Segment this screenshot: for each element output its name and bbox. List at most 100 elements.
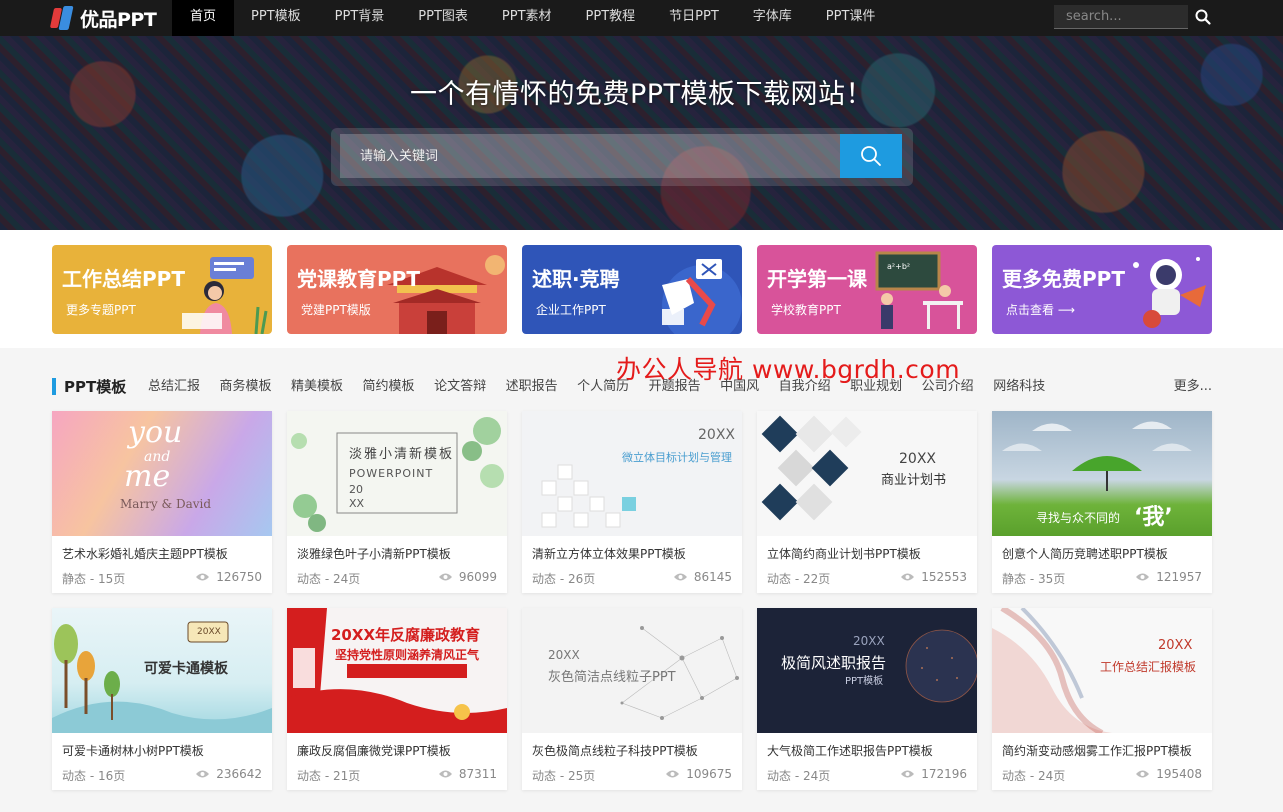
template-thumbnail[interactable]: 20XX 工作总结汇报模板 <box>992 608 1212 733</box>
view-count-value: 195408 <box>1156 767 1202 781</box>
template-card[interactable]: 淡雅小清新模板 POWERPOINT 20 XX 淡雅绿色叶子小清新PPT模板 … <box>287 411 507 593</box>
tag-self-intro[interactable]: 自我介绍 <box>779 376 831 398</box>
view-count: 87311 <box>438 767 497 781</box>
template-title[interactable]: 立体简约商业计划书PPT模板 <box>767 545 971 562</box>
tag-tech[interactable]: 网络科技 <box>993 376 1045 398</box>
banner-job-report[interactable]: 述职·竞聘 企业工作PPT <box>522 245 742 334</box>
template-title[interactable]: 大气极简工作述职报告PPT模板 <box>767 742 971 759</box>
template-title[interactable]: 淡雅绿色叶子小清新PPT模板 <box>297 545 501 562</box>
nav-item-ppt-materials[interactable]: PPT素材 <box>485 0 569 36</box>
template-card[interactable]: 20XX 商业计划书 立体简约商业计划书PPT模板 动态 - 22页 15255… <box>757 411 977 593</box>
template-thumbnail[interactable]: 20XX 极简风述职报告 PPT模板 <box>757 608 977 733</box>
thumb-text: 20 <box>349 483 363 496</box>
search-icon <box>861 146 881 166</box>
tag-business[interactable]: 商务模板 <box>220 376 272 398</box>
banner-back-to-school[interactable]: a²+b² 开学第一课 学校教育PPT <box>757 245 977 334</box>
thumb-text: 20XX <box>1158 638 1193 653</box>
section-title: PPT模板 <box>64 378 127 396</box>
template-card[interactable]: 20XX 灰色简洁点线粒子PPT 灰色极简点线粒子科技PPT模板 动态 - 25… <box>522 608 742 790</box>
search-icon[interactable] <box>1194 8 1212 26</box>
template-card[interactable]: 20XX 可爱卡通模板 可爱卡通树林小树PPT模板 动态 - 16页 23664… <box>52 608 272 790</box>
thumb-text: 寻找与众不同的 <box>1036 511 1121 525</box>
tag-chinese-style[interactable]: 中国风 <box>720 376 759 398</box>
template-card[interactable]: 20XX 工作总结汇报模板 简约渐变动感烟雾工作汇报PPT模板 动态 - 24页… <box>992 608 1212 790</box>
hero-search-button[interactable] <box>840 134 902 178</box>
template-thumbnail[interactable]: 20XX 灰色简洁点线粒子PPT <box>522 608 742 733</box>
hero-search-input[interactable] <box>340 134 840 178</box>
site-logo[interactable]: 优品PPT <box>49 4 157 32</box>
view-count-value: 172196 <box>921 767 967 781</box>
eye-icon <box>901 770 915 778</box>
banner-title: 更多免费PPT <box>1002 267 1125 291</box>
nav-item-holiday-ppt[interactable]: 节日PPT <box>652 0 736 36</box>
banner-more-free[interactable]: 更多免费PPT 点击查看 ⟶ <box>992 245 1212 334</box>
nav-item-ppt-backgrounds[interactable]: PPT背景 <box>318 0 402 36</box>
section-accent-bar <box>52 378 56 395</box>
banner-work-summary[interactable]: 工作总结PPT 更多专题PPT <box>52 245 272 334</box>
template-title[interactable]: 简约渐变动感烟雾工作汇报PPT模板 <box>1002 742 1206 759</box>
section-tag-list: 总结汇报 商务模板 精美模板 简约模板 论文答辩 述职报告 个人简历 开题报告 … <box>148 376 1065 398</box>
nav-item-courseware[interactable]: PPT课件 <box>809 0 893 36</box>
template-title[interactable]: 艺术水彩婚礼婚庆主题PPT模板 <box>62 545 266 562</box>
illustration-businessman-icon <box>662 259 742 334</box>
template-thumbnail[interactable]: 淡雅小清新模板 POWERPOINT 20 XX <box>287 411 507 536</box>
illustration-astronaut-rocket-icon <box>1133 257 1206 328</box>
top-nav-bar: 优品PPT 首页 PPT模板 PPT背景 PPT图表 PPT素材 PPT教程 节… <box>0 0 1283 36</box>
template-title[interactable]: 清新立方体立体效果PPT模板 <box>532 545 736 562</box>
template-thumbnail[interactable]: 20XX 商业计划书 <box>757 411 977 536</box>
nav-item-home[interactable]: 首页 <box>172 0 235 36</box>
template-meta: 动态 - 16页 <box>62 769 126 783</box>
thumb-text: ‘我’ <box>1134 505 1173 530</box>
template-title[interactable]: 廉政反腐倡廉微党课PPT模板 <box>297 742 501 759</box>
main-nav: 首页 PPT模板 PPT背景 PPT图表 PPT素材 PPT教程 节日PPT 字… <box>172 0 892 36</box>
template-meta: 动态 - 24页 <box>297 572 361 586</box>
template-thumbnail[interactable]: you and me Marry & David <box>52 411 272 536</box>
view-count-value: 96099 <box>458 570 497 584</box>
tag-resume[interactable]: 个人简历 <box>577 376 629 398</box>
tag-job-report[interactable]: 述职报告 <box>506 376 558 398</box>
tag-company-intro[interactable]: 公司介绍 <box>922 376 974 398</box>
template-card[interactable]: 寻找与众不同的 ‘我’ 创意个人简历竞聘述职PPT模板 静态 - 35页 121… <box>992 411 1212 593</box>
tag-thesis-defense[interactable]: 论文答辩 <box>434 376 486 398</box>
tag-exquisite[interactable]: 精美模板 <box>291 376 343 398</box>
template-title[interactable]: 创意个人简历竞聘述职PPT模板 <box>1002 545 1206 562</box>
banner-title: 述职·竞聘 <box>532 267 620 291</box>
template-thumbnail[interactable]: 寻找与众不同的 ‘我’ <box>992 411 1212 536</box>
nav-search-input[interactable] <box>1054 5 1188 29</box>
template-title[interactable]: 灰色极简点线粒子科技PPT模板 <box>532 742 736 759</box>
section-more-link[interactable]: 更多... <box>1174 376 1212 398</box>
template-meta: 静态 - 15页 <box>62 572 126 586</box>
template-card[interactable]: 20XX年反腐廉政教育 坚持党性原则涵养清风正气 廉政反腐倡廉微党课PPT模板 … <box>287 608 507 790</box>
hero-banner: 一个有情怀的免费PPT模板下载网站！ <box>0 36 1283 230</box>
eye-icon <box>196 770 210 778</box>
view-count-value: 126750 <box>216 570 262 584</box>
template-thumbnail[interactable]: 20XX年反腐廉政教育 坚持党性原则涵养清风正气 <box>287 608 507 733</box>
eye-icon <box>196 573 210 581</box>
template-card[interactable]: you and me Marry & David 艺术水彩婚礼婚庆主题PPT模板… <box>52 411 272 593</box>
banner-title: 工作总结PPT <box>62 267 185 291</box>
view-count: 195408 <box>1135 767 1202 781</box>
template-card[interactable]: 20XX 极简风述职报告 PPT模板 大气极简工作述职报告PPT模板 动态 - … <box>757 608 977 790</box>
nav-item-ppt-tutorials[interactable]: PPT教程 <box>569 0 653 36</box>
nav-item-fonts[interactable]: 字体库 <box>736 0 809 36</box>
view-count: 152553 <box>900 570 967 584</box>
view-count-value: 121957 <box>1156 570 1202 584</box>
view-count: 96099 <box>438 570 497 584</box>
template-title[interactable]: 可爱卡通树林小树PPT模板 <box>62 742 266 759</box>
thumb-text: 工作总结汇报模板 <box>1100 660 1197 674</box>
template-card[interactable]: 20XX 微立体目标计划与管理 清新立方体立体效果PPT模板 动态 - 26页 … <box>522 411 742 593</box>
tag-summary-report[interactable]: 总结汇报 <box>148 376 200 398</box>
thumb-text: 微立体目标计划与管理 <box>622 451 732 464</box>
tag-career-plan[interactable]: 职业规划 <box>850 376 902 398</box>
thumb-text: XX <box>349 497 365 510</box>
thumb-text: you <box>128 415 183 450</box>
nav-item-ppt-charts[interactable]: PPT图表 <box>401 0 485 36</box>
template-thumbnail[interactable]: 20XX 可爱卡通模板 <box>52 608 272 733</box>
banner-party-education[interactable]: 党课教育PPT 党建PPT模版 <box>287 245 507 334</box>
nav-item-ppt-templates[interactable]: PPT模板 <box>234 0 318 36</box>
template-thumbnail[interactable]: 20XX 微立体目标计划与管理 <box>522 411 742 536</box>
template-meta: 动态 - 24页 <box>767 769 831 783</box>
template-meta: 动态 - 24页 <box>1002 769 1066 783</box>
tag-minimal[interactable]: 简约模板 <box>363 376 415 398</box>
tag-proposal[interactable]: 开题报告 <box>649 376 701 398</box>
